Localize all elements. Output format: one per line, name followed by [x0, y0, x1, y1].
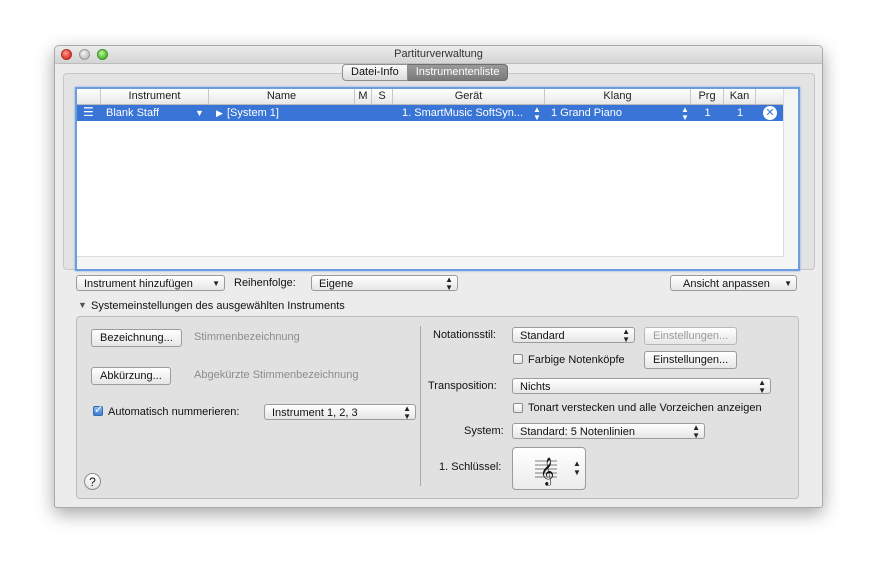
- einstellungen-disabled-button: Einstellungen...: [644, 327, 738, 345]
- clef-selector[interactable]: 𝄞 ▲ ▼: [512, 447, 586, 490]
- system-select[interactable]: Standard: 5 Notenlinien ▲ ▼: [512, 423, 705, 440]
- schluessel-label: 1. Schlüssel:: [439, 461, 502, 473]
- help-button[interactable]: ?: [84, 473, 101, 490]
- abkuerzung-value: Abgekürzte Stimmenbezeichnung: [194, 369, 359, 381]
- tab-datei-info[interactable]: Datei-Info: [342, 64, 408, 81]
- notationsstil-value: Standard: [520, 330, 565, 342]
- system-value: Standard: 5 Notenlinien: [520, 426, 635, 438]
- stepper-icon: ▲ ▼: [758, 378, 766, 395]
- horizontal-scrollbar[interactable]: [77, 256, 784, 269]
- svg-text:𝄞: 𝄞: [540, 457, 554, 486]
- disclosure-triangle-icon[interactable]: ▼: [78, 300, 87, 310]
- stepper-icon: ▲ ▼: [622, 327, 630, 344]
- instrument-table: Instrument Name M S Gerät Klang Prg Kan …: [75, 87, 800, 271]
- order-select[interactable]: Eigene ▲ ▼: [311, 275, 458, 292]
- column-header-prg[interactable]: Prg: [691, 89, 724, 104]
- column-header-instrument[interactable]: Instrument: [101, 89, 209, 104]
- geraet-stepper-icon[interactable]: ▲ ▼: [533, 106, 543, 122]
- auto-number-label: Automatisch nummerieren:: [108, 406, 240, 418]
- farbige-notenkoepfe-label: Farbige Notenköpfe: [528, 354, 625, 366]
- auto-number-checkbox[interactable]: [93, 403, 103, 416]
- tab-bar: Datei-Info Instrumentenliste: [342, 64, 509, 81]
- transposition-label: Transposition:: [428, 380, 497, 392]
- add-instrument-label: Instrument hinzufügen: [84, 278, 193, 290]
- order-value: Eigene: [319, 278, 354, 290]
- table-row[interactable]: ☰ Blank Staff ▼ ▶ [System 1] 1. SmartMus…: [77, 105, 784, 122]
- chevron-down-icon: ▼: [212, 279, 220, 288]
- cell-klang: 1 Grand Piano: [551, 107, 622, 119]
- stepper-icon: ▲ ▼: [403, 404, 411, 421]
- cell-prg: 1: [704, 107, 711, 119]
- cell-kan: 1: [736, 107, 744, 119]
- cell-geraet: 1. SmartMusic SoftSyn...: [402, 107, 524, 119]
- column-header-s[interactable]: S: [372, 89, 393, 104]
- bezeichnung-button[interactable]: Bezeichnung...: [91, 329, 182, 347]
- add-instrument-button[interactable]: Instrument hinzufügen ▼: [76, 275, 225, 291]
- tab-instrumentenliste[interactable]: Instrumentenliste: [407, 64, 509, 81]
- header-spacer: [77, 89, 101, 104]
- system-label: System:: [464, 425, 504, 437]
- auto-number-select[interactable]: Instrument 1, 2, 3 ▲ ▼: [264, 404, 416, 421]
- notationsstil-label: Notationsstil:: [433, 329, 496, 341]
- adjust-view-label: Ansicht anpassen: [683, 278, 770, 290]
- adjust-view-button[interactable]: Ansicht anpassen ▼: [670, 275, 797, 291]
- column-header-m[interactable]: M: [355, 89, 372, 104]
- bezeichnung-value: Stimmenbezeichnung: [194, 331, 300, 343]
- chevron-down-icon: ▼: [784, 279, 792, 288]
- stepper-icon: ▲ ▼: [445, 275, 453, 292]
- auto-number-value: Instrument 1, 2, 3: [272, 407, 358, 419]
- column-header-geraet[interactable]: Gerät: [393, 89, 545, 104]
- transposition-value: Nichts: [520, 381, 551, 393]
- svg-text:▲: ▲: [573, 459, 581, 468]
- title-bar: Partiturverwaltung: [55, 46, 822, 64]
- order-label: Reihenfolge:: [234, 277, 296, 289]
- transposition-select[interactable]: Nichts ▲ ▼: [512, 378, 771, 395]
- notationsstil-select[interactable]: Standard ▲ ▼: [512, 327, 635, 344]
- cell-name: [System 1]: [227, 107, 279, 119]
- tonart-checkbox[interactable]: [513, 403, 523, 413]
- expand-triangle-icon[interactable]: ▶: [216, 105, 226, 121]
- column-header-name[interactable]: Name: [209, 89, 355, 104]
- treble-clef-icon: 𝄞 ▲ ▼: [535, 457, 581, 486]
- section-title: Systemeinstellungen des ausgewählten Ins…: [91, 300, 345, 312]
- column-header-kan[interactable]: Kan: [724, 89, 756, 104]
- cell-instrument: Blank Staff: [106, 107, 159, 119]
- drag-handle-icon[interactable]: ☰: [83, 105, 97, 121]
- vertical-scrollbar[interactable]: [783, 89, 798, 269]
- remove-instrument-icon[interactable]: ✕: [763, 106, 777, 120]
- svg-text:▼: ▼: [573, 468, 581, 477]
- instrument-dropdown-icon[interactable]: ▼: [195, 105, 205, 121]
- klang-stepper-icon[interactable]: ▲ ▼: [681, 106, 691, 122]
- tonart-label: Tonart verstecken und alle Vorzeichen an…: [528, 402, 762, 414]
- stepper-icon: ▲ ▼: [692, 423, 700, 440]
- window-title: Partiturverwaltung: [394, 48, 483, 60]
- group-divider: [420, 326, 421, 486]
- table-header: Instrument Name M S Gerät Klang Prg Kan: [77, 89, 784, 105]
- abkuerzung-button[interactable]: Abkürzung...: [91, 367, 171, 385]
- einstellungen-button[interactable]: Einstellungen...: [644, 351, 738, 369]
- farbige-notenkoepfe-checkbox[interactable]: [513, 354, 523, 364]
- column-header-klang[interactable]: Klang: [545, 89, 691, 104]
